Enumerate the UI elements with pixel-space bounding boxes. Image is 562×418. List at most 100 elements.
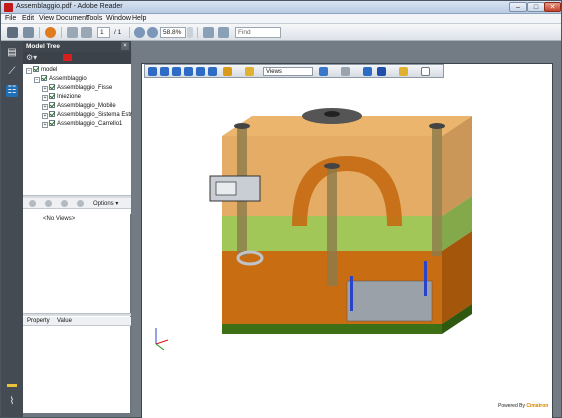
model-tree-icon[interactable]: ☷ — [6, 85, 18, 97]
lighting-icon[interactable] — [399, 67, 408, 76]
fit-page-icon[interactable] — [203, 27, 214, 38]
tree-item[interactable]: − Assemblaggio — [34, 75, 87, 83]
3d-toolbar: Views — [144, 64, 444, 78]
window-title: Assemblaggio.pdf - Adobe Reader — [16, 3, 123, 10]
actuator-window — [215, 181, 237, 196]
close-button[interactable]: ✕ — [544, 2, 561, 12]
pillar-cap — [324, 163, 340, 169]
model-tree-toolbar: ⚙▾ — [23, 52, 131, 64]
model-tree-panel: Model Tree × ⚙▾ − model − Assemblaggio + As… — [23, 41, 132, 413]
value-column-header: Value — [57, 318, 72, 324]
document-area: Powered By Cimatron Views — [132, 41, 561, 418]
fly-icon[interactable] — [208, 67, 217, 76]
toolbar-separator — [61, 27, 62, 38]
views-select[interactable]: Views — [263, 67, 313, 76]
bookmarks-icon[interactable]: ⟋ — [6, 66, 18, 78]
panel-close-button[interactable]: × — [121, 42, 129, 50]
zoom-out-icon[interactable] — [134, 27, 145, 38]
comment-icon[interactable]: ▬ — [6, 379, 18, 391]
projection-icon[interactable] — [363, 67, 372, 76]
view-back-icon[interactable] — [29, 200, 36, 207]
3d-model-canvas[interactable] — [142, 76, 554, 406]
find-input[interactable]: Find — [235, 27, 281, 38]
camera-properties-icon[interactable] — [223, 67, 232, 76]
maximize-button[interactable]: □ — [527, 2, 545, 12]
tree-item[interactable]: + Assemblaggio_Carrello1 — [42, 120, 122, 128]
checkbox-icon[interactable] — [33, 66, 39, 72]
home-view-icon[interactable] — [245, 67, 254, 76]
checkbox-icon[interactable] — [49, 93, 55, 99]
pdf-page: Powered By Cimatron — [141, 63, 553, 418]
ejector-rod — [424, 261, 427, 296]
view-update-icon[interactable] — [61, 200, 68, 207]
panel-title: Model Tree — [26, 43, 60, 50]
collaborate-icon[interactable] — [45, 27, 56, 38]
page-total-label: / 1 — [114, 29, 122, 36]
print-icon[interactable] — [7, 27, 18, 38]
zoom-dropdown-icon[interactable] — [187, 27, 193, 38]
menu-help[interactable]: Help — [132, 15, 146, 22]
pan-icon[interactable] — [172, 67, 181, 76]
spin-icon[interactable] — [160, 67, 169, 76]
pages-icon[interactable]: ▤ — [6, 47, 18, 59]
pillar-cap — [234, 123, 250, 129]
checkbox-icon[interactable] — [41, 75, 47, 81]
attachment-icon[interactable]: ⌇ — [6, 396, 18, 408]
menu-view[interactable]: View — [39, 15, 54, 22]
zoom-in-icon[interactable] — [147, 27, 158, 38]
fit-width-icon[interactable] — [218, 27, 229, 38]
menu-bar: File Edit View Document Tools Window Hel… — [1, 14, 561, 24]
views-options-button[interactable]: Options ▾ — [93, 200, 118, 207]
collapse-icon[interactable]: − — [26, 68, 32, 74]
model-tree-header: Model Tree × — [23, 41, 131, 52]
tree-item[interactable]: + Assemblaggio_Mobile — [42, 102, 116, 110]
adobe-reader-icon — [4, 3, 13, 12]
menu-window[interactable]: Window — [106, 15, 131, 22]
minimize-button[interactable]: – — [509, 2, 527, 12]
collapse-icon[interactable]: − — [34, 77, 40, 83]
walk-icon[interactable] — [196, 67, 205, 76]
expand-icon[interactable]: + — [42, 113, 48, 119]
email-icon[interactable] — [23, 27, 34, 38]
next-page-icon[interactable] — [81, 27, 92, 38]
zoom-level-input[interactable]: 58.8% — [160, 27, 186, 38]
green-base-front — [222, 324, 442, 334]
tree-item[interactable]: + Assemblaggio_Sistema Estr — [42, 111, 132, 119]
no-views-label: <No Views> — [43, 216, 76, 222]
menu-tools[interactable]: Tools — [86, 15, 102, 22]
tree-item[interactable]: + Iniezione — [42, 93, 81, 101]
ejector-box — [346, 280, 433, 322]
checkbox-icon[interactable] — [49, 120, 55, 126]
expand-icon[interactable]: + — [42, 95, 48, 101]
background-color-icon[interactable] — [421, 67, 430, 76]
main-toolbar: 1 / 1 58.8% Find — [1, 24, 561, 41]
views-toolbar: Options ▾ — [23, 198, 131, 209]
tree-item[interactable]: − model — [26, 66, 57, 74]
tree-item[interactable]: + Assemblaggio_Fisse — [42, 84, 112, 92]
view-delete-icon[interactable] — [77, 200, 84, 207]
view-add-icon[interactable] — [45, 200, 52, 207]
menu-document[interactable]: Document — [56, 15, 88, 22]
menu-edit[interactable]: Edit — [22, 15, 34, 22]
menu-file[interactable]: File — [5, 15, 16, 22]
page-number-input[interactable]: 1 — [97, 27, 110, 38]
panel-splitter[interactable] — [23, 313, 131, 316]
rotate-icon[interactable] — [148, 67, 157, 76]
model-tree-toggle-icon[interactable] — [319, 67, 328, 76]
color-swatch-icon[interactable] — [63, 54, 72, 61]
expand-icon[interactable]: + — [42, 86, 48, 92]
options-gear-icon[interactable]: ⚙▾ — [26, 53, 37, 62]
render-mode-icon[interactable] — [377, 67, 386, 76]
expand-icon[interactable]: + — [42, 104, 48, 110]
axis-y — [155, 343, 165, 351]
zoom-3d-icon[interactable] — [184, 67, 193, 76]
guide-pillar — [432, 126, 442, 256]
play-animation-icon[interactable] — [341, 67, 350, 76]
expand-icon[interactable]: + — [42, 122, 48, 128]
checkbox-icon[interactable] — [49, 102, 55, 108]
checkbox-icon[interactable] — [49, 111, 55, 117]
previous-page-icon[interactable] — [67, 27, 78, 38]
cimatron-logo: Cimatron — [526, 403, 549, 409]
toolbar-separator — [129, 27, 130, 38]
checkbox-icon[interactable] — [49, 84, 55, 90]
